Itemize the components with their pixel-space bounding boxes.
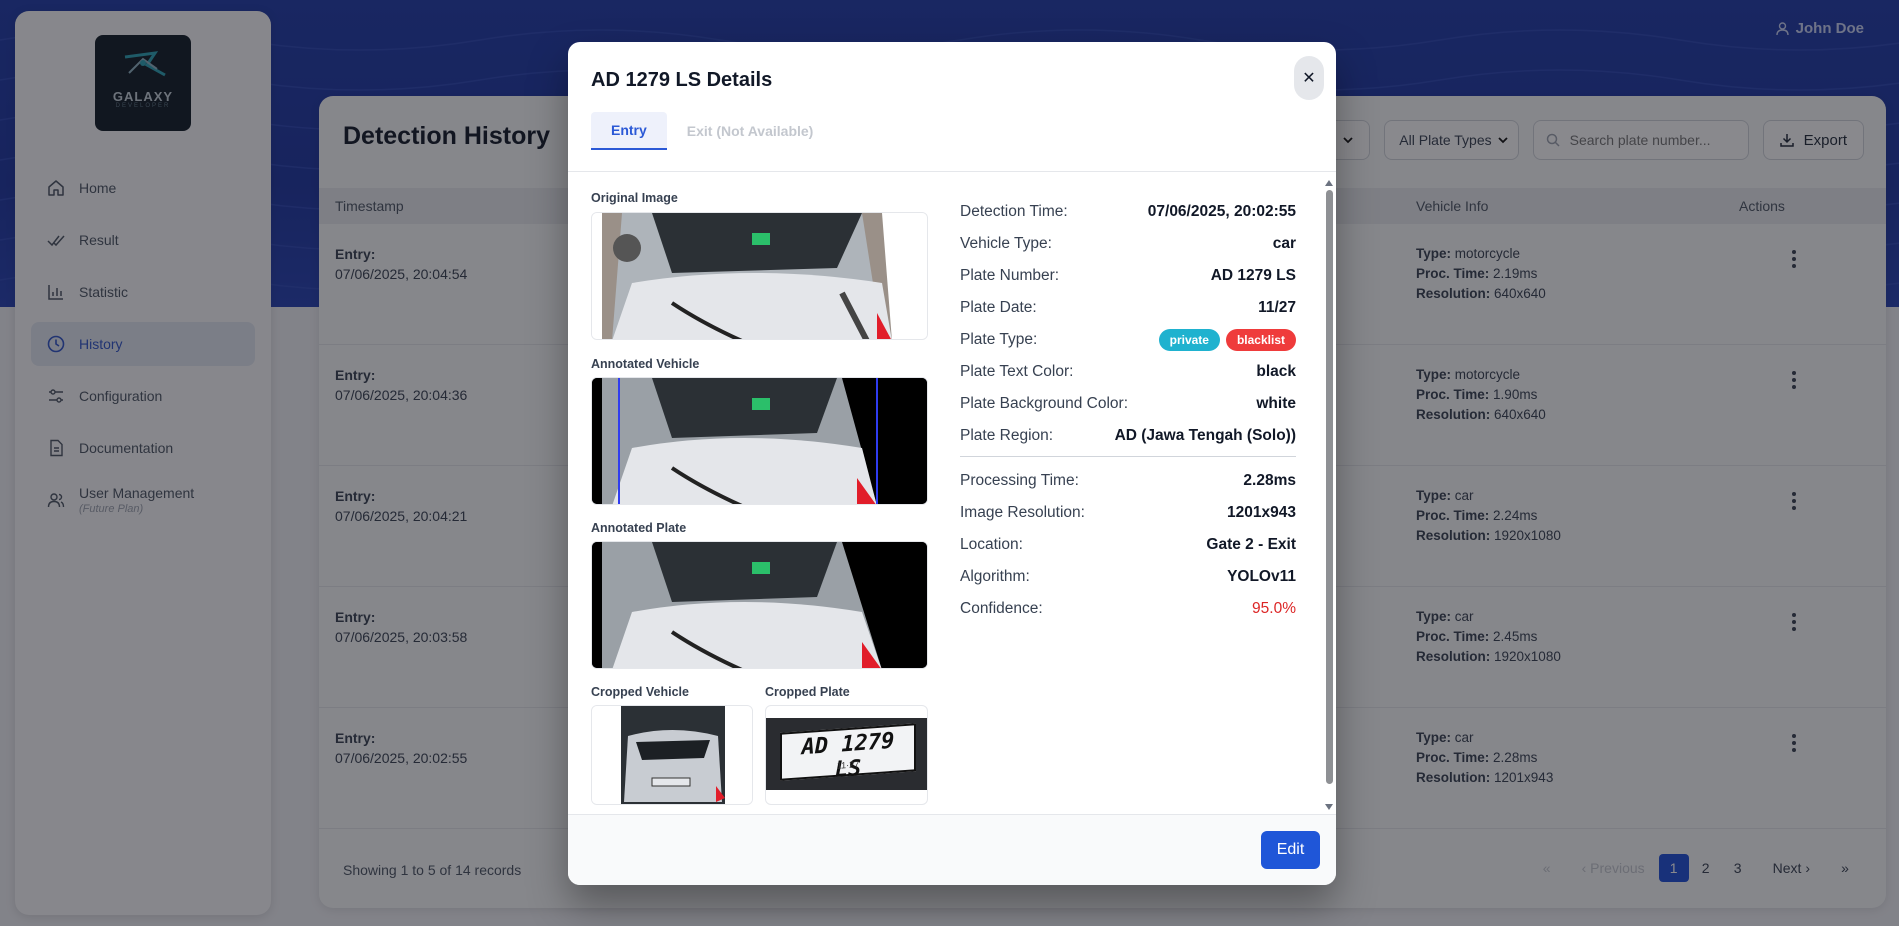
cropped-vehicle-label: Cropped Vehicle (591, 685, 689, 699)
original-image-label: Original Image (591, 191, 678, 205)
annotated-plate-photo (592, 542, 927, 668)
detection-details: Detection Time: 07/06/2025, 20:02:55 Vehi… (960, 196, 1296, 625)
detail-row: Image Resolution: 1201x943 (960, 497, 1296, 529)
detail-value: AD 1279 LS (1210, 267, 1296, 284)
detail-key: Plate Number: (960, 267, 1060, 284)
close-button[interactable]: ✕ (1294, 56, 1324, 100)
detail-row: Plate Number: AD 1279 LS (960, 260, 1296, 292)
detail-key: Plate Text Color: (960, 363, 1074, 380)
details-divider (960, 456, 1296, 457)
edit-button[interactable]: Edit (1261, 831, 1320, 869)
detail-value: Gate 2 - Exit (1206, 536, 1296, 553)
modal-footer: Edit (568, 814, 1336, 885)
modal-body: Original Image Annotated Vehicle Annotat… (568, 172, 1336, 814)
scrollbar-thumb[interactable] (1326, 190, 1333, 784)
detail-row: Vehicle Type: car (960, 228, 1296, 260)
plate-face: AD 1279 LS 11·27 (780, 723, 916, 783)
detail-key: Confidence: (960, 600, 1043, 617)
details-modal: AD 1279 LS Details ✕ Entry Exit (Not Ava… (568, 42, 1336, 885)
detail-value: 1201x943 (1227, 504, 1296, 521)
badge-private: private (1158, 329, 1220, 351)
detail-row: Algorithm: YOLOv11 (960, 561, 1296, 593)
cropped-vehicle-image (591, 705, 753, 805)
confidence-value: 95.0% (1252, 600, 1296, 617)
detail-value: car (1272, 235, 1296, 252)
detail-value: 11/27 (1258, 299, 1296, 316)
modal-tabs: Entry Exit (Not Available) (591, 112, 833, 150)
annotated-vehicle-image (591, 377, 928, 505)
cropped-vehicle-photo (592, 706, 752, 804)
detail-value: 07/06/2025, 20:02:55 (1147, 203, 1296, 220)
annotated-plate-label: Annotated Plate (591, 521, 687, 535)
modal-title: AD 1279 LS Details (591, 69, 773, 91)
detail-row: Plate Text Color: black (960, 356, 1296, 388)
detail-value: YOLOv11 (1227, 568, 1296, 585)
detail-key: Plate Date: (960, 299, 1037, 316)
detail-row-confidence: Confidence: 95.0% (960, 593, 1296, 625)
detail-row: Location: Gate 2 - Exit (960, 529, 1296, 561)
detail-key: Algorithm: (960, 568, 1030, 585)
detail-value: 2.28ms (1243, 472, 1296, 489)
annotated-vehicle-photo (592, 378, 927, 504)
annotated-vehicle-label: Annotated Vehicle (591, 357, 700, 371)
detail-row-plate-type: Plate Type: private blacklist (960, 324, 1296, 356)
detail-key: Image Resolution: (960, 504, 1085, 521)
detail-value: AD (Jawa Tengah (Solo)) (1114, 427, 1296, 444)
detail-value: black (1256, 363, 1296, 380)
modal-scrollbar[interactable] (1324, 180, 1334, 810)
detail-row: Detection Time: 07/06/2025, 20:02:55 (960, 196, 1296, 228)
scroll-up-icon[interactable] (1325, 180, 1333, 186)
detail-key: Plate Region: (960, 427, 1054, 444)
annotated-plate-image (591, 541, 928, 669)
detail-key: Plate Type: (960, 331, 1038, 348)
close-icon: ✕ (1302, 70, 1316, 87)
detail-row: Processing Time: 2.28ms (960, 465, 1296, 497)
cropped-plate-image: AD 1279 LS 11·27 (765, 705, 928, 805)
detail-row: Plate Date: 11/27 (960, 292, 1296, 324)
original-image (591, 212, 928, 340)
scroll-down-icon[interactable] (1325, 804, 1333, 810)
detail-row: Plate Background Color: white (960, 388, 1296, 420)
plate-photo: AD 1279 LS 11·27 (766, 718, 927, 790)
detail-value: white (1256, 395, 1296, 412)
detail-key: Processing Time: (960, 472, 1079, 489)
detail-key: Plate Background Color: (960, 395, 1129, 412)
car-photo (592, 213, 927, 339)
detail-key: Vehicle Type: (960, 235, 1052, 252)
detail-row: Plate Region: AD (Jawa Tengah (Solo)) (960, 420, 1296, 452)
detail-key: Detection Time: (960, 203, 1068, 220)
badge-blacklist: blacklist (1225, 329, 1296, 351)
cropped-plate-label: Cropped Plate (765, 685, 850, 699)
detail-key: Location: (960, 536, 1023, 553)
tab-entry[interactable]: Entry (591, 112, 667, 150)
tab-exit: Exit (Not Available) (686, 123, 814, 139)
